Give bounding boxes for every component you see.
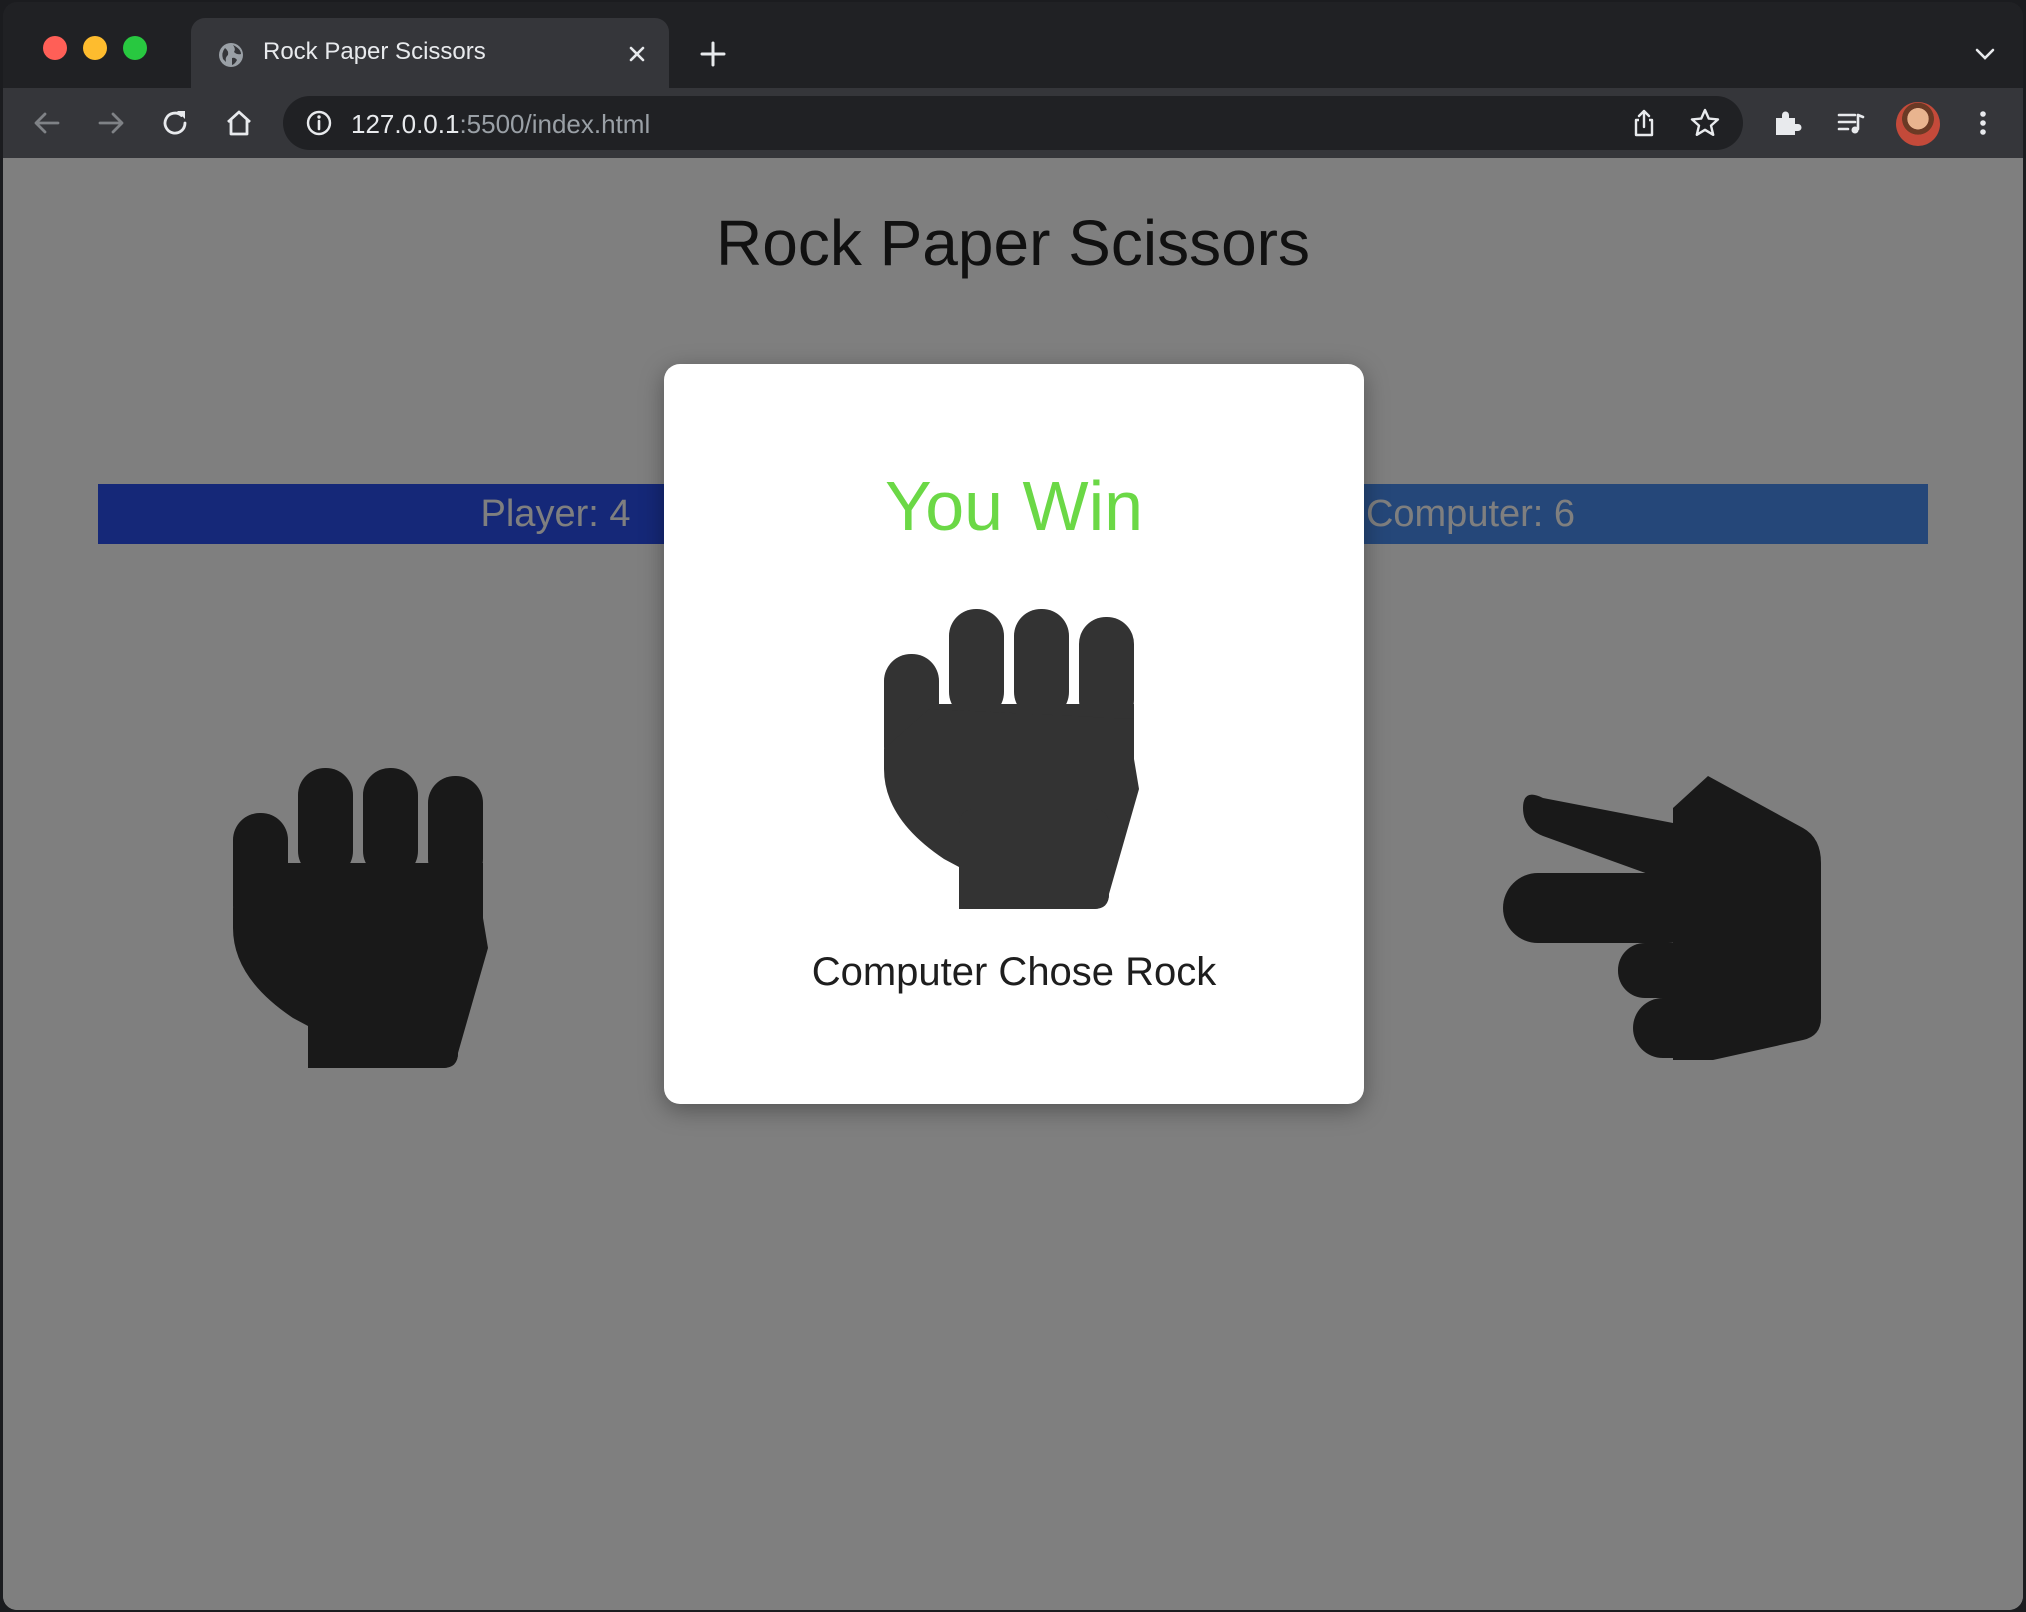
browser-toolbar: 127.0.0.1:5500/index.html (3, 88, 2023, 158)
chevron-down-icon[interactable] (1973, 42, 1997, 66)
close-tab-icon[interactable] (623, 40, 651, 68)
new-tab-icon[interactable] (697, 38, 729, 70)
url-path: :5500/index.html (459, 109, 651, 139)
result-text: You Win (884, 467, 1144, 545)
url-host: 127.0.0.1 (351, 109, 460, 139)
extensions-puzzle-icon[interactable] (1771, 107, 1803, 139)
info-icon[interactable] (305, 109, 333, 137)
media-queue-icon[interactable] (1835, 107, 1867, 139)
bookmark-star-icon[interactable] (1689, 107, 1721, 139)
computer-choice-text: Computer Chose Rock (811, 950, 1217, 994)
reload-icon[interactable] (159, 107, 191, 139)
result-modal: You Win Computer Chose Rock (664, 364, 1364, 1104)
more-menu-icon[interactable] (1967, 107, 1999, 139)
tab-strip: Rock Paper Scissors (3, 2, 2023, 88)
browser-window: Rock Paper Scissors 127.0.0.1:5500/index… (3, 2, 2023, 1610)
close-window-button[interactable] (43, 36, 67, 60)
rock-icon (884, 609, 1139, 909)
tab-title: Rock Paper Scissors (263, 38, 486, 65)
home-icon[interactable] (223, 107, 255, 139)
zoom-window-button[interactable] (123, 36, 147, 60)
profile-avatar[interactable] (1896, 102, 1940, 146)
address-bar[interactable]: 127.0.0.1:5500/index.html (283, 96, 1743, 150)
page-content: Rock Paper Scissors Player: 4 Computer: … (3, 158, 2023, 1610)
minimize-window-button[interactable] (83, 36, 107, 60)
back-icon[interactable] (31, 107, 63, 139)
browser-tab[interactable]: Rock Paper Scissors (191, 18, 669, 88)
globe-icon (219, 43, 243, 67)
share-icon[interactable] (1629, 108, 1659, 138)
forward-icon[interactable] (95, 107, 127, 139)
url-text[interactable]: 127.0.0.1:5500/index.html (351, 109, 650, 140)
